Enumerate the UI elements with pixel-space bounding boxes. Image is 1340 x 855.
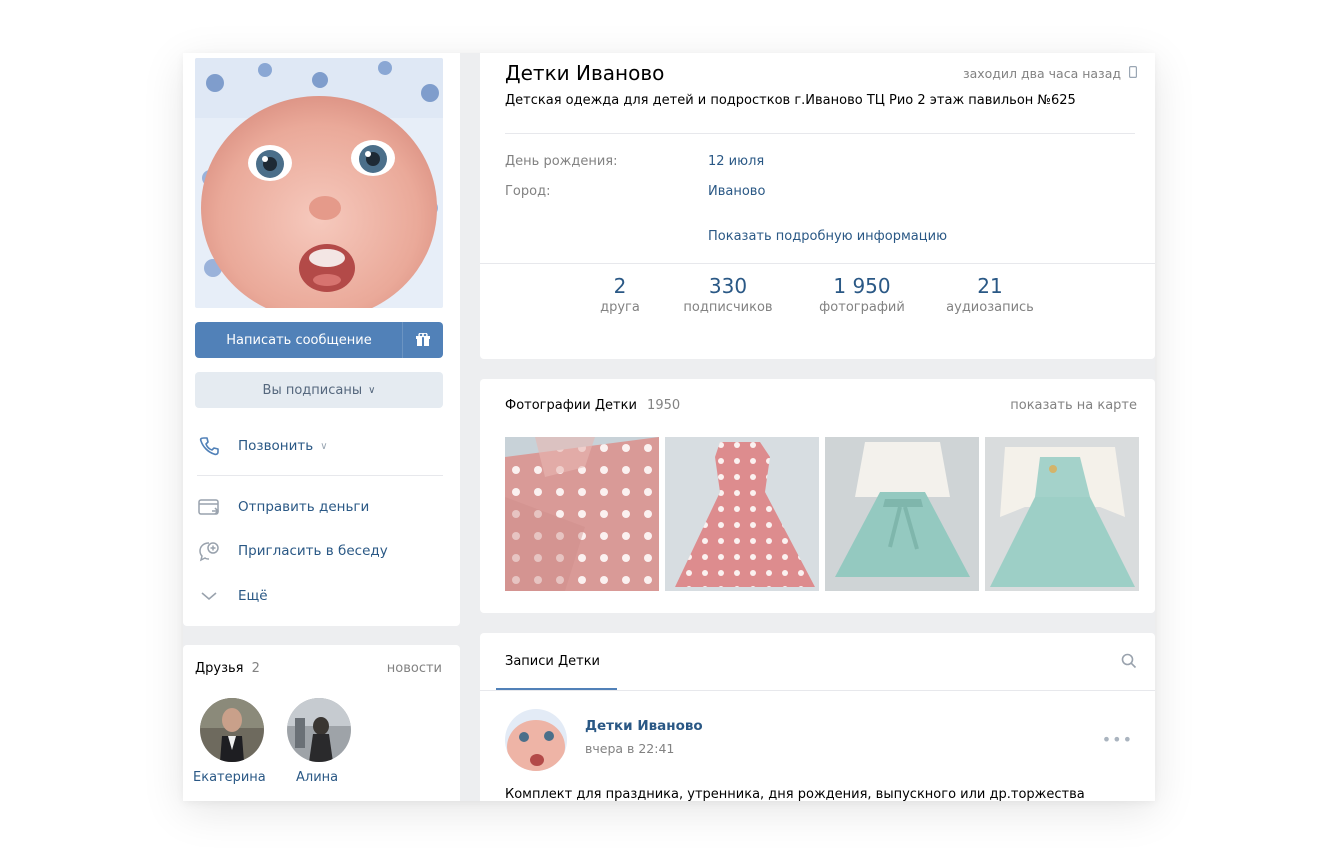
show-on-map-link[interactable]: показать на карте bbox=[1010, 398, 1137, 413]
friends-card: Друзья 2 новости Екатерина Алина bbox=[183, 645, 460, 801]
chevron-down-icon bbox=[197, 584, 221, 608]
counter-label: фотографий bbox=[819, 300, 905, 315]
post-time[interactable]: вчера в 22:41 bbox=[585, 741, 674, 756]
last-seen-text: заходил два часа назад bbox=[962, 66, 1121, 81]
post-author-avatar[interactable] bbox=[505, 709, 567, 771]
actions-divider bbox=[197, 475, 443, 476]
photos-card: Фотографии Детки 1950 показать на карте bbox=[480, 379, 1155, 613]
post-author-name[interactable]: Детки Иваново bbox=[585, 718, 703, 734]
counter-label: аудиозапись bbox=[946, 300, 1034, 315]
photo-thumbnail[interactable] bbox=[505, 437, 659, 591]
friend-name[interactable]: Екатерина bbox=[193, 770, 266, 785]
send-money-action[interactable]: Отправить деньги bbox=[197, 495, 369, 519]
send-message-button[interactable]: Написать сообщение bbox=[195, 322, 443, 358]
photos-header[interactable]: Фотографии Детки 1950 bbox=[505, 398, 680, 413]
profile-avatar[interactable] bbox=[195, 58, 443, 308]
friends-header[interactable]: Друзья 2 bbox=[195, 661, 260, 676]
info-divider bbox=[505, 133, 1135, 134]
photos-title: Фотографии Детки bbox=[505, 398, 637, 413]
tab-wall-posts[interactable]: Записи Детки bbox=[505, 654, 600, 669]
counter-friends[interactable]: 2 друга bbox=[585, 273, 655, 317]
photo-thumbnail[interactable] bbox=[825, 437, 979, 591]
wall-divider bbox=[480, 690, 1155, 691]
phone-icon bbox=[197, 434, 221, 458]
subscribed-label: Вы подписаны bbox=[262, 382, 363, 398]
photo-thumbnail[interactable] bbox=[985, 437, 1139, 591]
counter-audio[interactable]: 21 аудиозапись bbox=[935, 273, 1045, 317]
friend-avatar[interactable] bbox=[200, 698, 264, 762]
subscribed-button[interactable]: Вы подписаны ∨ bbox=[195, 372, 443, 408]
counter-photos[interactable]: 1 950 фотографий bbox=[807, 273, 917, 317]
search-icon[interactable] bbox=[1121, 653, 1137, 673]
counter-number: 330 bbox=[708, 274, 748, 298]
friends-title: Друзья bbox=[195, 661, 244, 676]
profile-name: Детки Иваново bbox=[505, 61, 665, 85]
post-text: Комплект для праздника, утренника, дня р… bbox=[505, 787, 1085, 801]
more-action[interactable]: Ещё bbox=[197, 584, 268, 608]
friend-avatar[interactable] bbox=[287, 698, 351, 762]
city-label: Город: bbox=[505, 184, 551, 199]
chevron-down-icon: ∨ bbox=[320, 440, 328, 452]
friends-count: 2 bbox=[251, 661, 260, 676]
chat-plus-icon bbox=[197, 539, 221, 563]
call-action[interactable]: Позвонить ∨ bbox=[197, 434, 328, 458]
show-more-info-link[interactable]: Показать подробную информацию bbox=[708, 229, 947, 244]
photo-thumbnail[interactable] bbox=[665, 437, 819, 591]
friends-news-link[interactable]: новости bbox=[387, 661, 442, 676]
photos-count: 1950 bbox=[647, 398, 681, 413]
counter-followers[interactable]: 330 подписчиков bbox=[673, 273, 783, 317]
birthday-value[interactable]: 12 июля bbox=[708, 154, 764, 169]
invite-chat-action[interactable]: Пригласить в беседу bbox=[197, 539, 388, 563]
counter-label: подписчиков bbox=[683, 300, 773, 315]
invite-chat-label: Пригласить в беседу bbox=[238, 543, 388, 559]
profile-page: Написать сообщение Вы подписаны ∨ Позвон… bbox=[183, 53, 1155, 801]
wall-card: Записи Детки Детки Иваново вчера в 22:41… bbox=[480, 633, 1155, 801]
counter-number: 21 bbox=[977, 274, 1003, 298]
counters-divider bbox=[480, 263, 1155, 264]
counter-label: друга bbox=[600, 300, 640, 315]
avatar-card: Написать сообщение Вы подписаны ∨ Позвон… bbox=[183, 53, 460, 626]
last-seen: заходил два часа назад bbox=[962, 66, 1138, 81]
chevron-down-icon: ∨ bbox=[368, 384, 376, 396]
birthday-label: День рождения: bbox=[505, 154, 618, 169]
wallet-icon bbox=[197, 495, 221, 519]
profile-status: Детская одежда для детей и подростков г.… bbox=[505, 93, 1076, 108]
more-label: Ещё bbox=[238, 588, 268, 604]
send-money-label: Отправить деньги bbox=[238, 499, 370, 515]
gift-icon[interactable] bbox=[402, 322, 443, 358]
counter-number: 2 bbox=[613, 274, 627, 298]
counter-number: 1 950 bbox=[833, 274, 891, 298]
profile-info-card: Детки Иваново заходил два часа назад Дет… bbox=[480, 53, 1155, 359]
call-label: Позвонить bbox=[238, 438, 314, 454]
friend-name[interactable]: Алина bbox=[296, 770, 338, 785]
mobile-icon bbox=[1129, 66, 1138, 81]
more-options-icon[interactable]: ••• bbox=[1102, 730, 1133, 749]
city-value[interactable]: Иваново bbox=[708, 184, 765, 199]
